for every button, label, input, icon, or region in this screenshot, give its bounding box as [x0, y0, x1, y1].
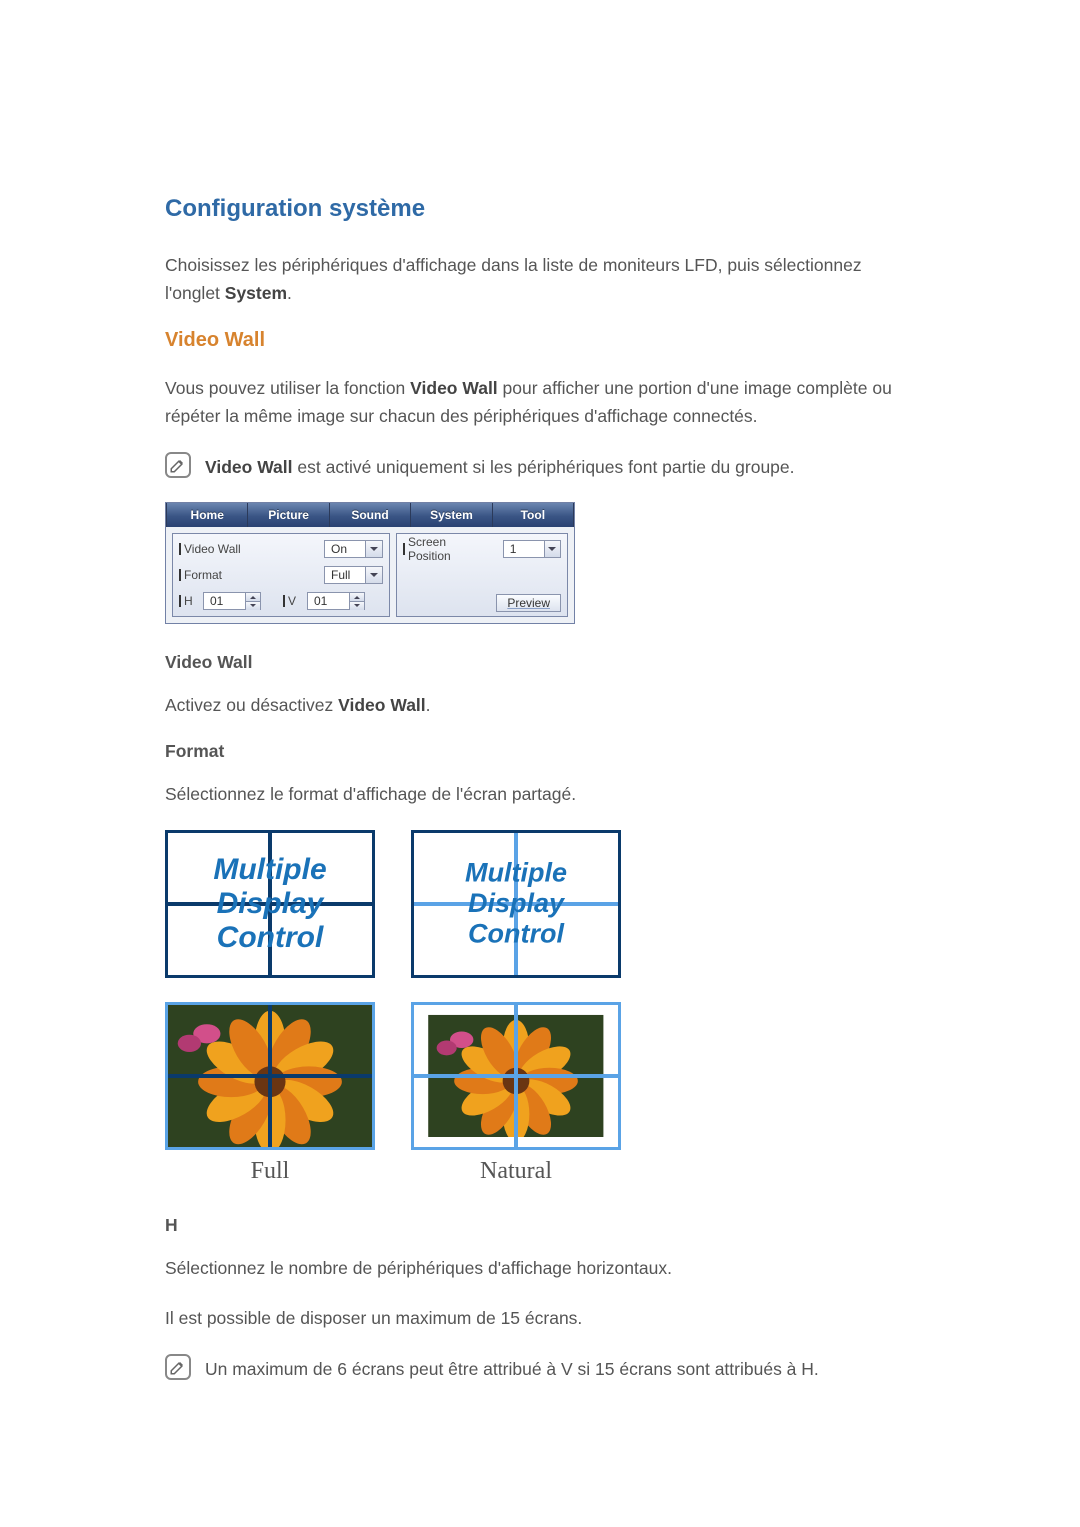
chevron-down-icon — [365, 541, 382, 557]
tab-home[interactable]: Home — [166, 503, 248, 527]
spinner-arrows-icon — [245, 593, 260, 609]
row-video-wall: Video Wall On — [179, 538, 383, 560]
grid-line-icon — [414, 1074, 618, 1078]
note-icon — [165, 1354, 191, 1380]
video-wall-desc: Vous pouvez utiliser la fonction Video W… — [165, 374, 920, 430]
mdc-natural-text: Multiple Display Control — [424, 840, 608, 968]
mdc-line-1: Multiple — [213, 853, 326, 887]
mdc-line-1: Multiple — [465, 858, 567, 889]
vw-desc-pre: Vous pouvez utiliser la fonction — [165, 378, 410, 398]
format-illustration: Multiple Display Control Multiple Displa… — [165, 830, 920, 1150]
h-spinner[interactable]: 01 — [203, 592, 261, 610]
note-text: Un maximum de 6 écrans peut être attribu… — [205, 1354, 819, 1382]
label-video-wall-text: Video Wall — [184, 542, 241, 556]
h-value: 01 — [204, 594, 245, 608]
vw-toggle-pre: Activez ou désactivez — [165, 695, 338, 715]
video-wall-value: On — [325, 542, 365, 556]
panel-body: Video Wall On Format Full H — [166, 527, 574, 623]
row-screen-position: Screen Position 1 — [403, 538, 561, 560]
spinner-arrows-icon — [349, 593, 364, 609]
note-icon — [165, 452, 191, 478]
vw-desc-bold: Video Wall — [410, 378, 498, 398]
video-wall-toggle-desc: Activez ou désactivez Video Wall. — [165, 691, 920, 719]
intro-paragraph: Choisissez les périphériques d'affichage… — [165, 251, 920, 307]
label-h-text: H — [184, 594, 193, 608]
h-desc: Sélectionnez le nombre de périphériques … — [165, 1254, 920, 1282]
panel-tabs: Home Picture Sound System Tool — [166, 503, 574, 527]
mdc-line-3: Control — [468, 919, 564, 950]
vw-toggle-post: . — [426, 695, 431, 715]
label-format-text: Format — [184, 568, 222, 582]
format-value: Full — [325, 568, 365, 582]
document-page: Configuration système Choisissez les pér… — [0, 0, 1080, 1527]
screen-position-value: 1 — [504, 542, 544, 556]
note-text: Video Wall est activé uniquement si les … — [205, 452, 795, 480]
video-wall-heading: Video Wall — [165, 329, 920, 352]
note-rest: est activé uniquement si les périphériqu… — [293, 457, 795, 477]
tab-sound[interactable]: Sound — [330, 503, 411, 527]
label-video-wall: Video Wall — [179, 542, 241, 556]
label-h: H — [179, 594, 197, 608]
video-wall-select[interactable]: On — [324, 540, 383, 558]
label-v-text: V — [288, 594, 296, 608]
mdc-full-text: Multiple Display Control — [168, 833, 372, 975]
mdc-line-2: Display — [468, 889, 564, 920]
mdc-line-3: Control — [217, 921, 324, 955]
tab-picture[interactable]: Picture — [248, 503, 329, 527]
screen-position-select[interactable]: 1 — [503, 540, 561, 558]
mdc-line-2: Display — [217, 887, 324, 921]
field-title-h: H — [165, 1215, 920, 1236]
v-spinner[interactable]: 01 — [307, 592, 365, 610]
page-title: Configuration système — [165, 195, 920, 223]
chevron-down-icon — [544, 541, 560, 557]
label-format: Format — [179, 568, 222, 582]
note-bold: Video Wall — [205, 457, 293, 477]
field-title-format: Format — [165, 741, 920, 762]
panel-left-group: Video Wall On Format Full H — [172, 533, 390, 617]
intro-text-post: . — [287, 283, 292, 303]
control-panel: Home Picture Sound System Tool Video Wal… — [165, 502, 575, 624]
label-screen-position-text: Screen Position — [408, 535, 491, 563]
tile-image-natural — [411, 1002, 621, 1150]
format-desc: Sélectionnez le format d'affichage de l'… — [165, 780, 920, 808]
preview-button[interactable]: Preview — [496, 594, 561, 612]
grid-line-icon — [168, 1074, 372, 1078]
format-labels-row: Full Natural — [165, 1158, 920, 1185]
tile-text-full: Multiple Display Control — [165, 830, 375, 978]
pencil-note-icon — [169, 1358, 187, 1376]
tab-system[interactable]: System — [411, 503, 492, 527]
vw-toggle-bold: Video Wall — [338, 695, 426, 715]
h-max: Il est possible de disposer un maximum d… — [165, 1304, 920, 1332]
pencil-note-icon — [169, 456, 187, 474]
tile-text-natural: Multiple Display Control — [411, 830, 621, 978]
note-video-wall-group: Video Wall est activé uniquement si les … — [165, 452, 920, 480]
note-h-v-constraint: Un maximum de 6 écrans peut être attribu… — [165, 1354, 920, 1382]
label-screen-position: Screen Position — [403, 535, 491, 563]
v-value: 01 — [308, 594, 349, 608]
intro-text-bold: System — [225, 283, 287, 303]
format-select[interactable]: Full — [324, 566, 383, 584]
panel-right-group: Screen Position 1 Preview — [396, 533, 568, 617]
chevron-down-icon — [365, 567, 382, 583]
tab-tool[interactable]: Tool — [493, 503, 574, 527]
row-format: Format Full — [179, 564, 383, 586]
field-title-video-wall: Video Wall — [165, 652, 920, 673]
label-full: Full — [165, 1158, 375, 1185]
label-natural: Natural — [411, 1158, 621, 1185]
row-h-v: H 01 V 01 — [179, 590, 383, 612]
tile-image-full — [165, 1002, 375, 1150]
label-v: V — [283, 594, 301, 608]
